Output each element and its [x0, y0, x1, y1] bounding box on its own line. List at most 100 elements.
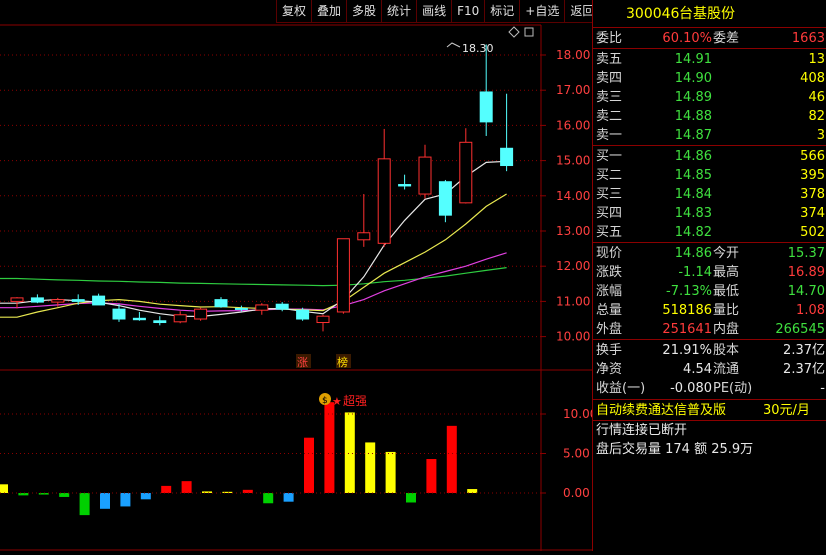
candle-body[interactable]: [255, 304, 269, 311]
fundamental-row: 换手 21.91% 股本 2.37亿: [593, 341, 826, 360]
candle-body[interactable]: [500, 147, 514, 167]
overlay-button[interactable]: 叠加: [311, 0, 347, 23]
promo-price[interactable]: 30元/月: [763, 401, 810, 420]
candle-body[interactable]: [92, 295, 106, 306]
bid-row: 买五 14.82 502: [593, 223, 826, 242]
price-axis-label: 11.00: [556, 294, 590, 308]
quote-row: 现价 14.86 今开 15.37: [593, 244, 826, 263]
f10-button[interactable]: F10: [451, 0, 485, 23]
bid-price: 14.83: [674, 206, 712, 221]
afterhours-info: 盘后交易量 174 额 25.9万: [596, 442, 754, 457]
candle-body[interactable]: [173, 314, 187, 323]
bid-row: 买三 14.84 378: [593, 185, 826, 204]
ask-label: 卖三: [596, 90, 623, 105]
candle-body[interactable]: [10, 297, 24, 302]
candle-body[interactable]: [398, 184, 412, 187]
quote-label: 内盘: [713, 322, 740, 337]
fundamental-label: 收益(一): [596, 381, 646, 396]
quote-label: 总量: [596, 303, 623, 318]
candle-body[interactable]: [418, 156, 432, 195]
bid-price: 14.86: [674, 149, 712, 164]
fundamental-label: 流通: [713, 362, 740, 377]
ask-label: 卖一: [596, 128, 623, 143]
quote-label: 外盘: [596, 322, 623, 337]
ask-volume: 13: [808, 52, 825, 67]
indicator-bar: [344, 412, 355, 493]
restore-rights-button[interactable]: 复权: [276, 0, 312, 23]
indicator-bar: [263, 493, 274, 504]
candle-body[interactable]: [296, 309, 310, 320]
quote-row: 涨幅 -7.13% 最低 14.70: [593, 282, 826, 301]
mark-button[interactable]: 标记: [484, 0, 520, 23]
candle-body[interactable]: [479, 91, 493, 123]
candle-body[interactable]: [438, 181, 452, 216]
candle-body[interactable]: [194, 308, 208, 320]
bid-row: 买四 14.83 374: [593, 204, 826, 223]
add-watchlist-button[interactable]: +自选: [519, 0, 565, 23]
ask-volume: 3: [816, 128, 825, 143]
status-row: 行情连接已断开: [593, 421, 826, 440]
indicator-bar: [161, 485, 172, 493]
limit-up-badge-text: 涨: [297, 356, 308, 369]
price-axis-label: 13.00: [556, 224, 590, 238]
stock-header[interactable]: 300046 台基股份: [593, 5, 826, 25]
fundamental-value: -: [820, 381, 825, 396]
multi-stock-button[interactable]: 多股: [346, 0, 382, 23]
quote-value: 251641: [662, 322, 712, 337]
stock-name: 台基股份: [679, 6, 735, 22]
candle-body[interactable]: [234, 307, 248, 310]
price-axis-label: 18.00: [556, 48, 590, 62]
chart-area[interactable]: 18.00 17.00 16.00 15.00 14.00 13.00 12.00 11.00…: [0, 0, 600, 551]
candle-body[interactable]: [112, 308, 126, 320]
fundamental-value: -0.080: [670, 381, 712, 396]
window-square-icon[interactable]: [524, 27, 534, 37]
bid-volume: 378: [800, 187, 825, 202]
statistics-button[interactable]: 统计: [381, 0, 417, 23]
candle-body[interactable]: [377, 158, 391, 244]
candle-body[interactable]: [459, 141, 473, 204]
candle-body[interactable]: [336, 238, 350, 313]
promo-row[interactable]: 自动续费通达信普及版 30元/月: [593, 401, 826, 420]
ask-row: 卖五 14.91 13: [593, 50, 826, 69]
candle-body[interactable]: [132, 317, 146, 321]
candle-body[interactable]: [214, 299, 228, 308]
stock-code: 300046: [626, 6, 680, 22]
candle-body[interactable]: [357, 232, 371, 241]
price-axis-label: 15.00: [556, 154, 590, 168]
price-axis-label: 16.00: [556, 118, 590, 132]
fundamental-label: 换手: [596, 343, 623, 358]
candle-body[interactable]: [153, 320, 167, 324]
star-icon: ★: [332, 395, 342, 408]
kline-chart[interactable]: 18.00 17.00 16.00 15.00 14.00 13.00 12.00 11.00…: [0, 0, 597, 551]
bid-row: 买二 14.85 395: [593, 166, 826, 185]
candle-body[interactable]: [71, 299, 85, 302]
candle-body[interactable]: [316, 315, 330, 324]
indicator-bar: [365, 442, 376, 493]
indicator-bar: [181, 481, 192, 493]
indicator-bar: [59, 493, 70, 497]
candle-body[interactable]: [275, 303, 289, 310]
bid-volume: 374: [800, 206, 825, 221]
super-strong-label: 超强: [343, 393, 367, 408]
quote-value: 14.70: [787, 284, 825, 299]
fundamental-label: PE(动): [713, 381, 753, 396]
rank-badge-text: 榜: [337, 355, 348, 369]
fundamental-value: 2.37亿: [783, 343, 825, 358]
bid-label: 买四: [596, 206, 623, 221]
quote-row: 总量 518186 量比 1.08: [593, 301, 826, 320]
indicator-bar: [283, 493, 294, 502]
bid-label: 买三: [596, 187, 623, 202]
candle-body[interactable]: [30, 297, 44, 303]
indicator-bar: [304, 437, 314, 493]
indicator-bar: [202, 491, 212, 493]
ask-label: 卖四: [596, 71, 623, 86]
draw-line-button[interactable]: 画线: [416, 0, 452, 23]
price-axis-label: 10.00: [556, 330, 590, 344]
candle-body[interactable]: [51, 299, 65, 303]
quote-panel: 300046 台基股份 委比 60.10% 委差 1663 自动续费通达信普及版…: [592, 0, 826, 551]
diamond-icon[interactable]: [508, 26, 520, 38]
promo-text[interactable]: 自动续费通达信普及版: [596, 401, 726, 420]
quote-value: -1.14: [678, 265, 712, 280]
weibi-value: 60.10%: [662, 31, 712, 46]
ma-line-green: [0, 267, 507, 287]
